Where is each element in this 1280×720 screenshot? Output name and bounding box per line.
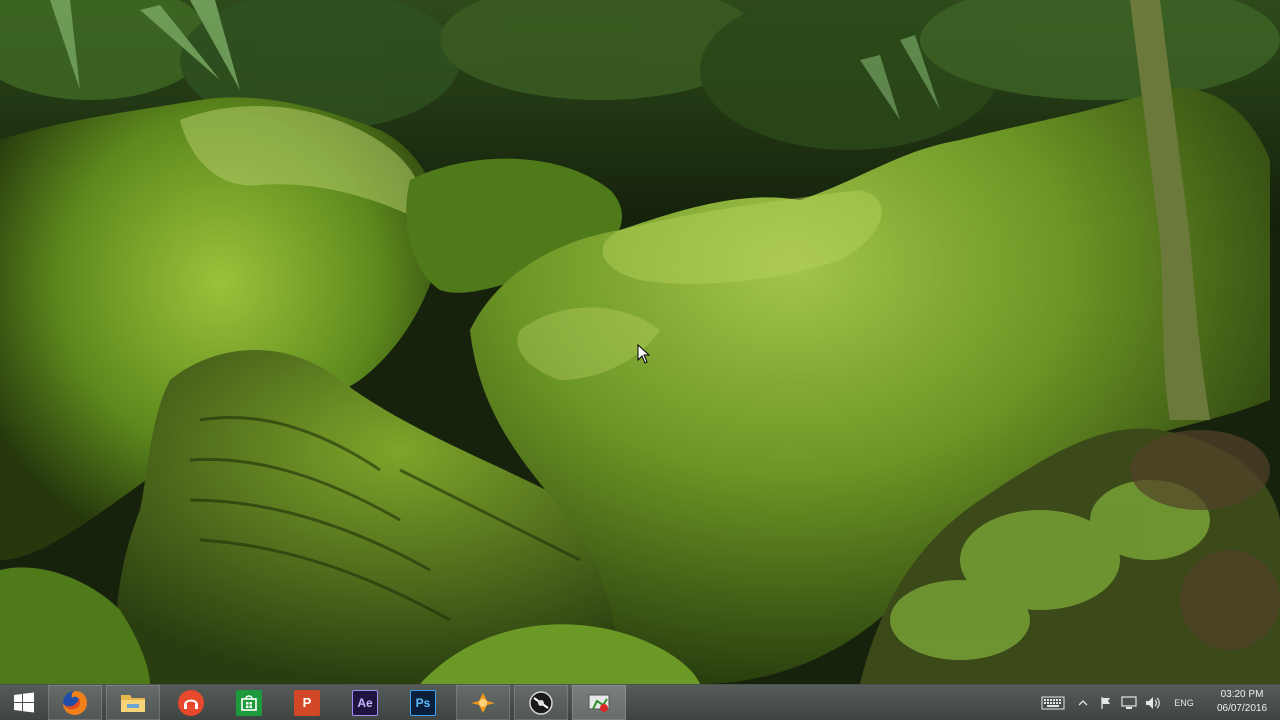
tray-keyboard-button[interactable]	[1038, 685, 1068, 720]
desktop-wallpaper[interactable]	[0, 0, 1280, 684]
file-explorer-icon	[121, 694, 145, 712]
taskbar: P Ae Ps ENG 03:20 PM 06/07/2016	[0, 684, 1280, 720]
powerpoint-label: P	[302, 695, 312, 710]
start-button[interactable]	[2, 685, 46, 720]
tray-show-hidden-button[interactable]	[1074, 685, 1092, 720]
windows-store-icon	[236, 689, 262, 716]
screen-recorder-icon	[588, 694, 610, 712]
taskbar-firefox-button[interactable]	[48, 685, 102, 720]
clock-date: 06/07/2016	[1216, 703, 1268, 714]
after-effects-label: Ae	[357, 695, 373, 710]
taskbar-music-button[interactable]	[164, 685, 218, 720]
taskbar-powerpoint-button[interactable]: P	[280, 685, 334, 720]
taskbar-photoshop-button[interactable]: Ps	[396, 685, 450, 720]
photoshop-label: Ps	[415, 695, 431, 710]
vlc-like-icon	[471, 692, 495, 713]
taskbar-screen-recorder-button[interactable]	[572, 685, 626, 720]
network-icon	[1121, 695, 1137, 709]
tray-action-center-button[interactable]	[1096, 685, 1116, 720]
tray-network-button[interactable]	[1118, 685, 1140, 720]
taskbar-recorder-button[interactable]	[514, 685, 568, 720]
action-center-flag-icon	[1101, 696, 1110, 709]
volume-icon	[1146, 696, 1160, 709]
tray-clock[interactable]: 03:20 PM 06/07/2016	[1206, 688, 1278, 716]
music-player-icon	[178, 689, 204, 716]
taskbar-media-app-button[interactable]	[456, 685, 510, 720]
windows-logo-icon	[14, 692, 34, 712]
taskbar-after-effects-button[interactable]: Ae	[338, 685, 392, 720]
chevron-up-icon	[1078, 699, 1088, 705]
tray-language-button[interactable]: ENG	[1166, 685, 1202, 720]
clock-time: 03:20 PM	[1220, 689, 1264, 700]
after-effects-icon: Ae	[352, 689, 378, 716]
powerpoint-icon: P	[294, 689, 320, 716]
firefox-icon	[63, 690, 87, 715]
touch-keyboard-icon	[1041, 696, 1065, 709]
mouse-cursor-icon	[637, 344, 651, 364]
photoshop-icon: Ps	[410, 689, 436, 716]
taskbar-file-explorer-button[interactable]	[106, 685, 160, 720]
tray-volume-button[interactable]	[1142, 685, 1164, 720]
taskbar-store-button[interactable]	[222, 685, 276, 720]
language-indicator: ENG	[1174, 697, 1194, 708]
recorder-icon	[529, 690, 553, 715]
wallpaper-mossy-rocks-image	[0, 0, 1280, 684]
